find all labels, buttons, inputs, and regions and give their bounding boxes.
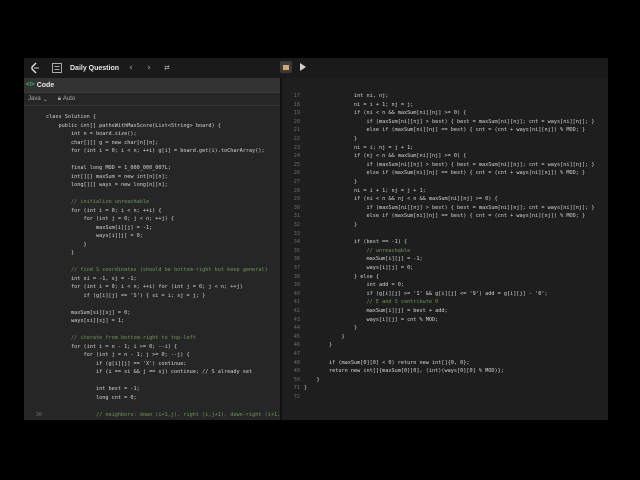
code-line[interactable]: 72 [282, 393, 304, 402]
code-text: } [304, 222, 358, 228]
code-text: } [46, 241, 87, 248]
code-text: if (g[i][j] >= '1' && g[i][j] <= '9') ad… [304, 290, 548, 297]
code-text: int add = 0; [304, 282, 404, 289]
run-tools [280, 61, 309, 73]
code-text: int ni, nj; [304, 93, 389, 99]
daily-question-label[interactable]: Daily Question [70, 65, 119, 72]
code-text: } [304, 333, 345, 340]
code-panel-right: 17 int ni, nj; 18 ni = i + 1; nj = j; 19 i… [282, 78, 608, 420]
code-text: for (int j = n - 1; j >= 0; --j) { [46, 352, 190, 358]
code-text: if (maxSum[ni][nj] > best) { best = maxS… [304, 161, 595, 168]
line-number: 36 [35, 411, 42, 418]
code-text: ways[i][j] = 0; [304, 265, 414, 271]
code-text: char[][] g = new char[n][n]; [46, 139, 159, 146]
code-text: public int[] pathsWithMaxScore(List<Stri… [46, 122, 221, 129]
code-line[interactable]: 36 // neighbors: down (i+1,j), right (i,… [24, 411, 280, 420]
code-text: if (g[i][j] == 'X') continue; [46, 360, 187, 367]
top-nav-bar: Daily Question ‹ › ⇄ [24, 58, 608, 78]
code-text: } [304, 385, 308, 392]
code-text: ways[si][sj] = 1; [46, 318, 125, 324]
tab-code[interactable]: </> Code [26, 82, 54, 89]
code-text: // E and S contribute 0 [304, 299, 439, 306]
code-text: if (maxSum[ni][nj] > best) { best = maxS… [304, 118, 595, 125]
auto-save-toggle[interactable]: 🔒︎ Auto [58, 96, 76, 103]
code-line[interactable]: for (int i = 0; i < n; ++i) g[i] = board… [24, 147, 265, 156]
code-text: ni = i; nj = j + 1; [304, 144, 414, 151]
code-text: if (g[i][j] == 'S') { si = i; sj = j; } [46, 292, 206, 299]
shuffle-icon[interactable]: ⇄ [161, 62, 173, 74]
code-text: // iterate from bottom-right to top-left [46, 335, 196, 341]
code-text: maxSum[i][j] = -1; [304, 256, 423, 263]
lock-icon: 🔒︎ [57, 95, 61, 102]
left-code-editor[interactable]: class Solution { public int[] pathsWithM… [24, 113, 280, 419]
debug-icon[interactable] [280, 61, 292, 73]
code-text: } [304, 325, 358, 332]
code-text: // unreachable [304, 247, 411, 254]
tab-code-label: Code [36, 81, 55, 89]
code-text: if (ni < n && maxSum[ni][nj] >= 0) { [304, 110, 467, 117]
editor-settings-bar: Java ⌄ 🔒︎ Auto [24, 93, 280, 106]
app-window: Daily Question ‹ › ⇄ </> Code Java ⌄ 🔒︎ … [24, 58, 608, 420]
code-text: } [304, 376, 320, 383]
code-text: int n = board.size(); [46, 131, 137, 137]
code-text: ni = i + 1; nj = j + 1; [304, 187, 426, 194]
code-text: int si = -1, sj = -1; [46, 275, 137, 282]
code-text: class Solution { [46, 114, 96, 120]
code-text: long[][] ways = new long[n][n]; [46, 182, 168, 188]
code-text: } [46, 250, 75, 256]
code-text: // neighbors: down (i+1,j), right (i,j+1… [46, 411, 280, 418]
code-text: else if (maxSum[ni][nj] == best) { cnt =… [304, 213, 586, 220]
code-text: } else { [304, 273, 379, 280]
code-text: for (int i = n - 1; i >= 0; --i) { [46, 343, 178, 350]
code-panel-left: </> Code Java ⌄ 🔒︎ Auto class Solution {… [24, 78, 280, 420]
code-text: // initialize unreachable [46, 199, 150, 205]
code-text: long cnt = 0; [46, 394, 137, 401]
code-text: maxSum[si][sj] = 0; [46, 309, 131, 316]
code-text: int best = -1; [46, 386, 140, 392]
code-text: if (best == -1) { [304, 239, 408, 246]
line-number: 72 [293, 394, 300, 400]
next-problem-icon[interactable]: › [143, 62, 155, 74]
code-text: int[][] maxSum = new int[n][n]; [46, 173, 168, 180]
code-text: else if (maxSum[ni][nj] == best) { cnt =… [304, 127, 586, 134]
code-line[interactable]: if (g[i][j] == 'S') { si = i; sj = j; } [24, 292, 205, 301]
code-text: } [304, 342, 333, 349]
leetcode-logo-icon[interactable] [28, 61, 42, 75]
code-text: if (nj < n && maxSum[ni][nj] >= 0) { [304, 153, 467, 160]
code-text: if (i == si && j == sj) continue; // S a… [46, 369, 253, 375]
code-text: else if (maxSum[ni][nj] == best) { cnt =… [304, 170, 586, 177]
code-text: return new int[]{maxSum[0][0], (int)(way… [304, 368, 504, 375]
code-text: if (ni < n && nj < n && maxSum[ni][nj] >… [304, 196, 498, 203]
code-text: if (maxSum[0][0] < 0) return new int[]{0… [304, 359, 470, 366]
run-button[interactable] [297, 61, 309, 73]
problem-list-icon[interactable] [50, 61, 64, 75]
code-tab-bar: </> Code [24, 78, 280, 93]
auto-label: Auto [62, 96, 76, 102]
code-text: // find S coordinates (should be bottom-… [46, 267, 268, 273]
code-text: for (int i = 0; i < n; ++i) { [46, 207, 162, 214]
code-text: ways[i][j] = cnt % MOD; [304, 316, 439, 323]
code-text: } [304, 179, 358, 185]
code-text: for (int i = 0; i < n; ++i) for (int j =… [46, 284, 243, 290]
code-text: } [304, 136, 358, 142]
chevron-down-icon: ⌄ [42, 96, 48, 103]
language-label: Java [28, 96, 41, 102]
code-text: maxSum[i][j] = best + add; [304, 308, 448, 314]
code-line[interactable]: if (i == si && j == sj) continue; // S a… [24, 368, 252, 377]
code-text: ways[i][j] = 0; [46, 233, 143, 239]
code-tab-icon: </> [26, 82, 35, 88]
code-text: for (int i = 0; i < n; ++i) g[i] = board… [46, 148, 265, 154]
code-text: maxSum[i][j] = -1; [46, 224, 153, 231]
code-text: ni = i + 1; nj = j; [304, 101, 414, 108]
code-text: if (maxSum[ni][nj] > best) { best = maxS… [304, 204, 595, 211]
right-code-editor[interactable]: 17 int ni, nj; 18 ni = i + 1; nj = j; 19 i… [282, 92, 608, 412]
code-text: final long MOD = 1_000_000_007L; [46, 165, 171, 171]
code-text: for (int j = 0; j < n; ++j) { [46, 216, 175, 222]
language-select[interactable]: Java ⌄ [28, 96, 48, 103]
prev-problem-icon[interactable]: ‹ [125, 62, 137, 74]
